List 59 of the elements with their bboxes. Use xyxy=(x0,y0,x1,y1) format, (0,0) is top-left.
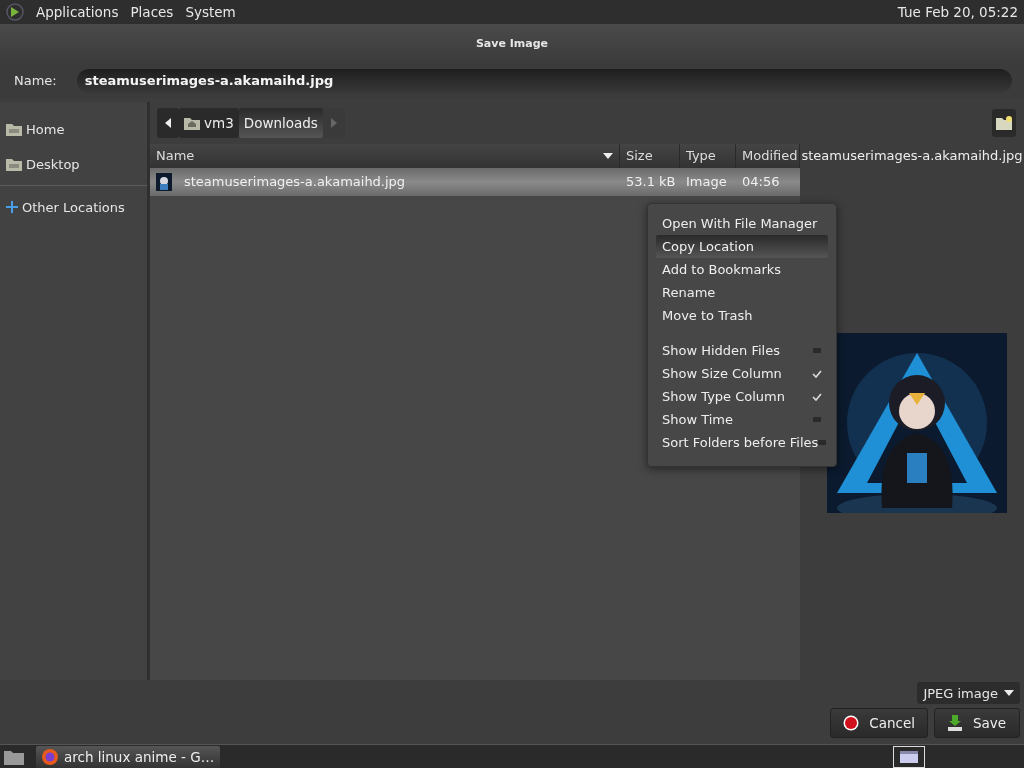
table-cell: steamuserimages-a.akamaihd.jpg xyxy=(184,174,406,189)
menu-item[interactable]: Copy Location xyxy=(656,235,828,258)
table-cell-text: Image xyxy=(685,174,728,189)
path-crumb[interactable]: vm3 xyxy=(179,107,239,138)
menu-item[interactable]: Open With File Manager xyxy=(656,212,828,235)
menu-item[interactable]: Show Hidden Files xyxy=(656,339,828,362)
column-header[interactable]: Size xyxy=(620,143,680,168)
name-field[interactable]: steamuserimages-a.akamaihd.jpg xyxy=(76,68,1012,93)
stop-icon xyxy=(843,715,860,732)
menu-item[interactable]: Show Time xyxy=(656,408,828,431)
taskbar-task[interactable]: arch linux anime - G… xyxy=(36,745,221,768)
image-file-icon xyxy=(156,172,172,191)
checkbox[interactable] xyxy=(812,345,822,356)
checkbox[interactable] xyxy=(812,368,822,379)
sort-arrow-icon xyxy=(603,152,613,159)
save-button[interactable]: Save xyxy=(934,708,1020,739)
folder-icon xyxy=(6,157,22,171)
folder-icon xyxy=(996,115,1012,130)
back-button[interactable] xyxy=(157,107,179,138)
left-arrow-icon xyxy=(165,117,171,128)
menu-item[interactable]: Show Type Column xyxy=(656,385,828,408)
menu-item[interactable]: Show Size Column xyxy=(656,362,828,385)
preview-caption: steamuserimages-a.akamaihd.jpg xyxy=(801,147,1023,163)
show-desktop-button[interactable] xyxy=(893,746,925,768)
right-arrow-icon xyxy=(330,117,337,128)
path-crumb[interactable]: Downloads xyxy=(238,107,323,138)
menu-item[interactable]: Add to Bookmarks xyxy=(656,258,828,281)
sidebar-item[interactable]: Other Locations xyxy=(22,199,125,215)
table-cell-text: 04:56 xyxy=(741,174,781,189)
logo-icon[interactable] xyxy=(6,2,24,21)
column-header[interactable]: Type xyxy=(680,143,736,168)
column-title: Name xyxy=(156,148,195,163)
panel-menu[interactable]: System xyxy=(185,3,236,20)
column-header[interactable]: Modified xyxy=(736,143,800,168)
panel-menu[interactable]: Places xyxy=(130,3,174,20)
checkbox[interactable] xyxy=(812,414,822,425)
column-header[interactable]: Name xyxy=(150,143,620,168)
name-label: Name: xyxy=(14,73,57,89)
menu-item[interactable]: Sort Folders before Files xyxy=(656,431,828,454)
file-type-dropdown[interactable]: JPEG image xyxy=(917,682,1020,705)
panel-menu[interactable]: Applications xyxy=(36,3,119,20)
window-icon xyxy=(900,751,918,764)
download-icon xyxy=(947,715,963,732)
table-cell-text: 53.1 kB xyxy=(625,174,677,189)
cancel-button[interactable]: Cancel xyxy=(830,708,928,739)
checkbox[interactable] xyxy=(818,437,827,448)
menu-item[interactable]: Rename xyxy=(656,281,828,304)
clock[interactable]: Tue Feb 20, 05:22 xyxy=(897,3,1018,20)
folder-icon xyxy=(6,122,22,136)
menu-item[interactable]: Move to Trash xyxy=(656,304,828,327)
folder-icon[interactable] xyxy=(4,748,24,765)
sidebar-item[interactable]: Home xyxy=(26,121,65,137)
dropdown-arrow-icon xyxy=(1004,690,1014,697)
new-folder-button[interactable] xyxy=(992,108,1016,137)
browser-icon xyxy=(42,748,58,765)
sidebar-item[interactable]: Desktop xyxy=(26,156,80,172)
window-title: Save Image xyxy=(475,37,549,51)
plus-icon xyxy=(6,201,18,213)
checkbox[interactable] xyxy=(812,391,822,402)
